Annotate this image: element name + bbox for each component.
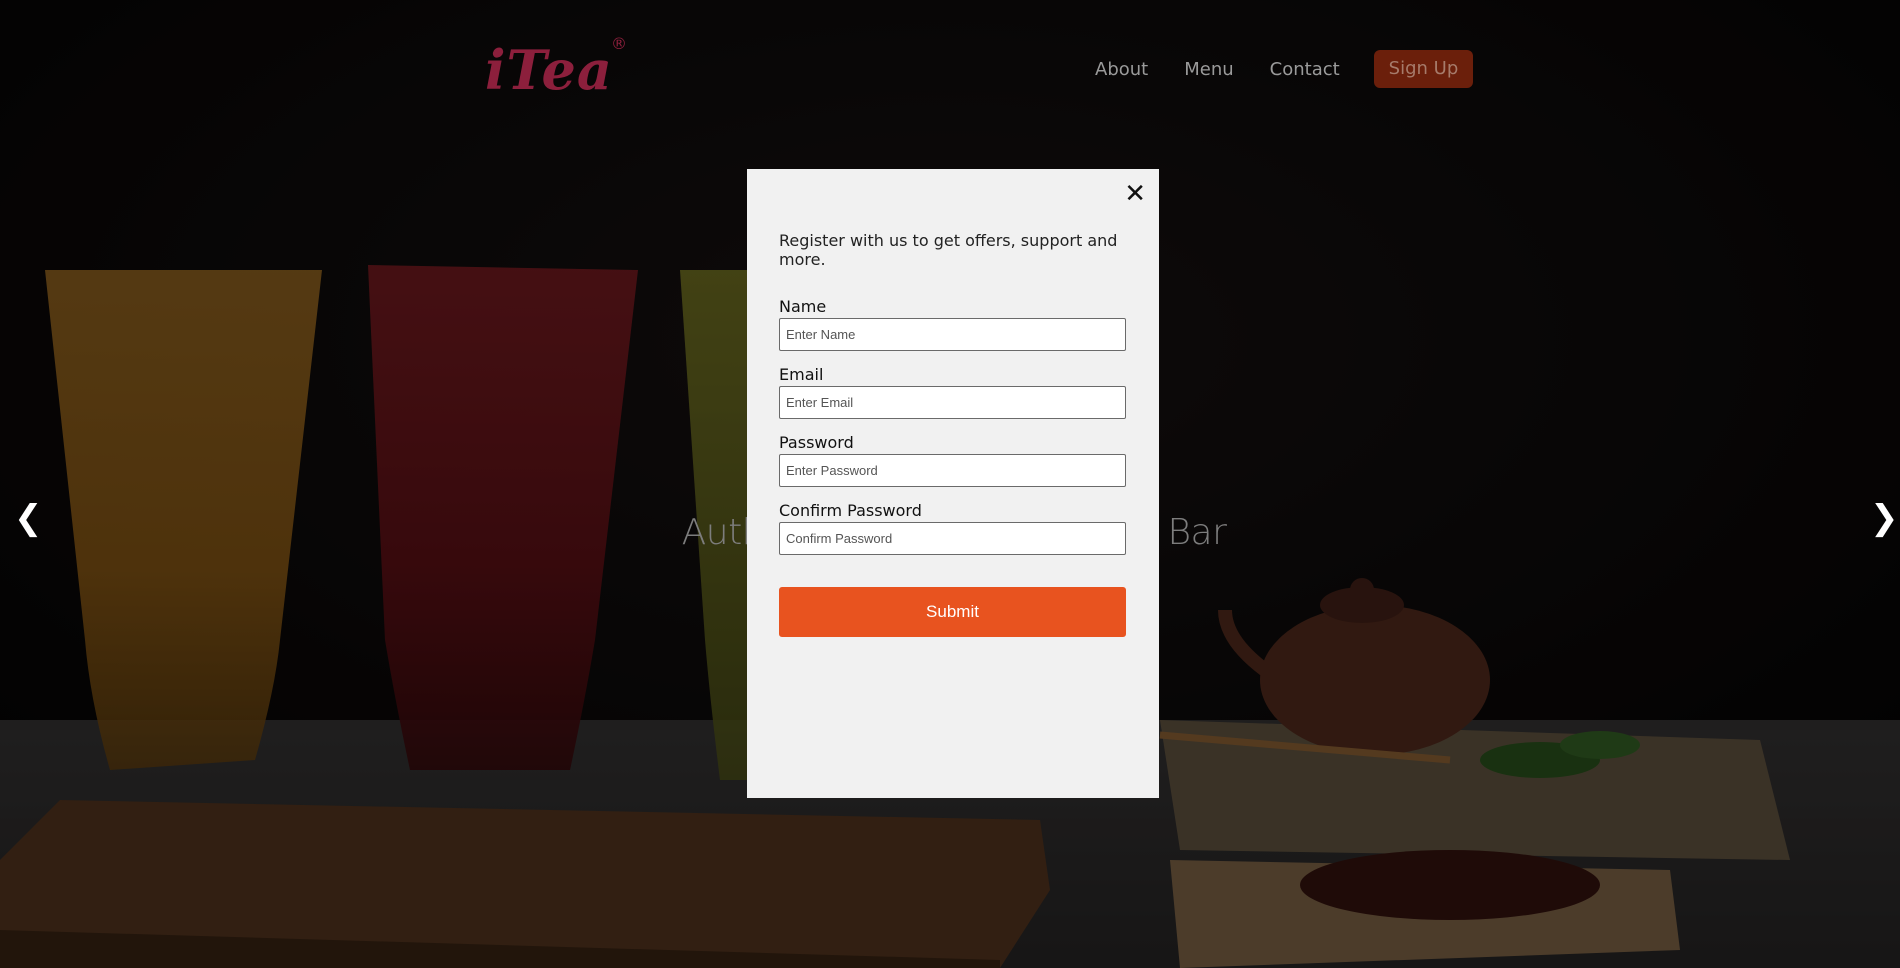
nav-link-about[interactable]: About <box>1095 59 1148 80</box>
password-field-group: Password <box>779 433 1126 487</box>
confirm-password-field-group: Confirm Password <box>779 501 1126 555</box>
nav-link-contact[interactable]: Contact <box>1270 59 1340 80</box>
confirm-password-input[interactable] <box>779 522 1126 555</box>
brand-logo[interactable]: iTea ® <box>485 34 627 102</box>
registered-mark: ® <box>611 34 627 53</box>
submit-button[interactable]: Submit <box>779 587 1126 637</box>
modal-intro-text: Register with us to get offers, support … <box>779 231 1118 269</box>
password-label: Password <box>779 433 854 452</box>
password-input[interactable] <box>779 454 1126 487</box>
signup-modal: ✕ Register with us to get offers, suppor… <box>747 169 1159 798</box>
email-input[interactable] <box>779 386 1126 419</box>
confirm-password-label: Confirm Password <box>779 501 922 520</box>
nav-link-menu[interactable]: Menu <box>1184 59 1233 80</box>
name-field-group: Name <box>779 297 1126 351</box>
carousel-prev-icon[interactable]: ❮ <box>14 498 43 538</box>
site-header: iTea ® About Menu Contact Sign Up <box>0 0 1900 140</box>
signup-button[interactable]: Sign Up <box>1373 50 1474 88</box>
main-nav: About Menu Contact Sign Up <box>1095 50 1474 88</box>
carousel-next-icon[interactable]: ❯ <box>1870 498 1899 538</box>
email-field-group: Email <box>779 365 1126 419</box>
close-icon[interactable]: ✕ <box>1124 179 1146 209</box>
email-label: Email <box>779 365 824 384</box>
brand-wordmark: iTea <box>485 38 613 102</box>
name-label: Name <box>779 297 827 316</box>
name-input[interactable] <box>779 318 1126 351</box>
